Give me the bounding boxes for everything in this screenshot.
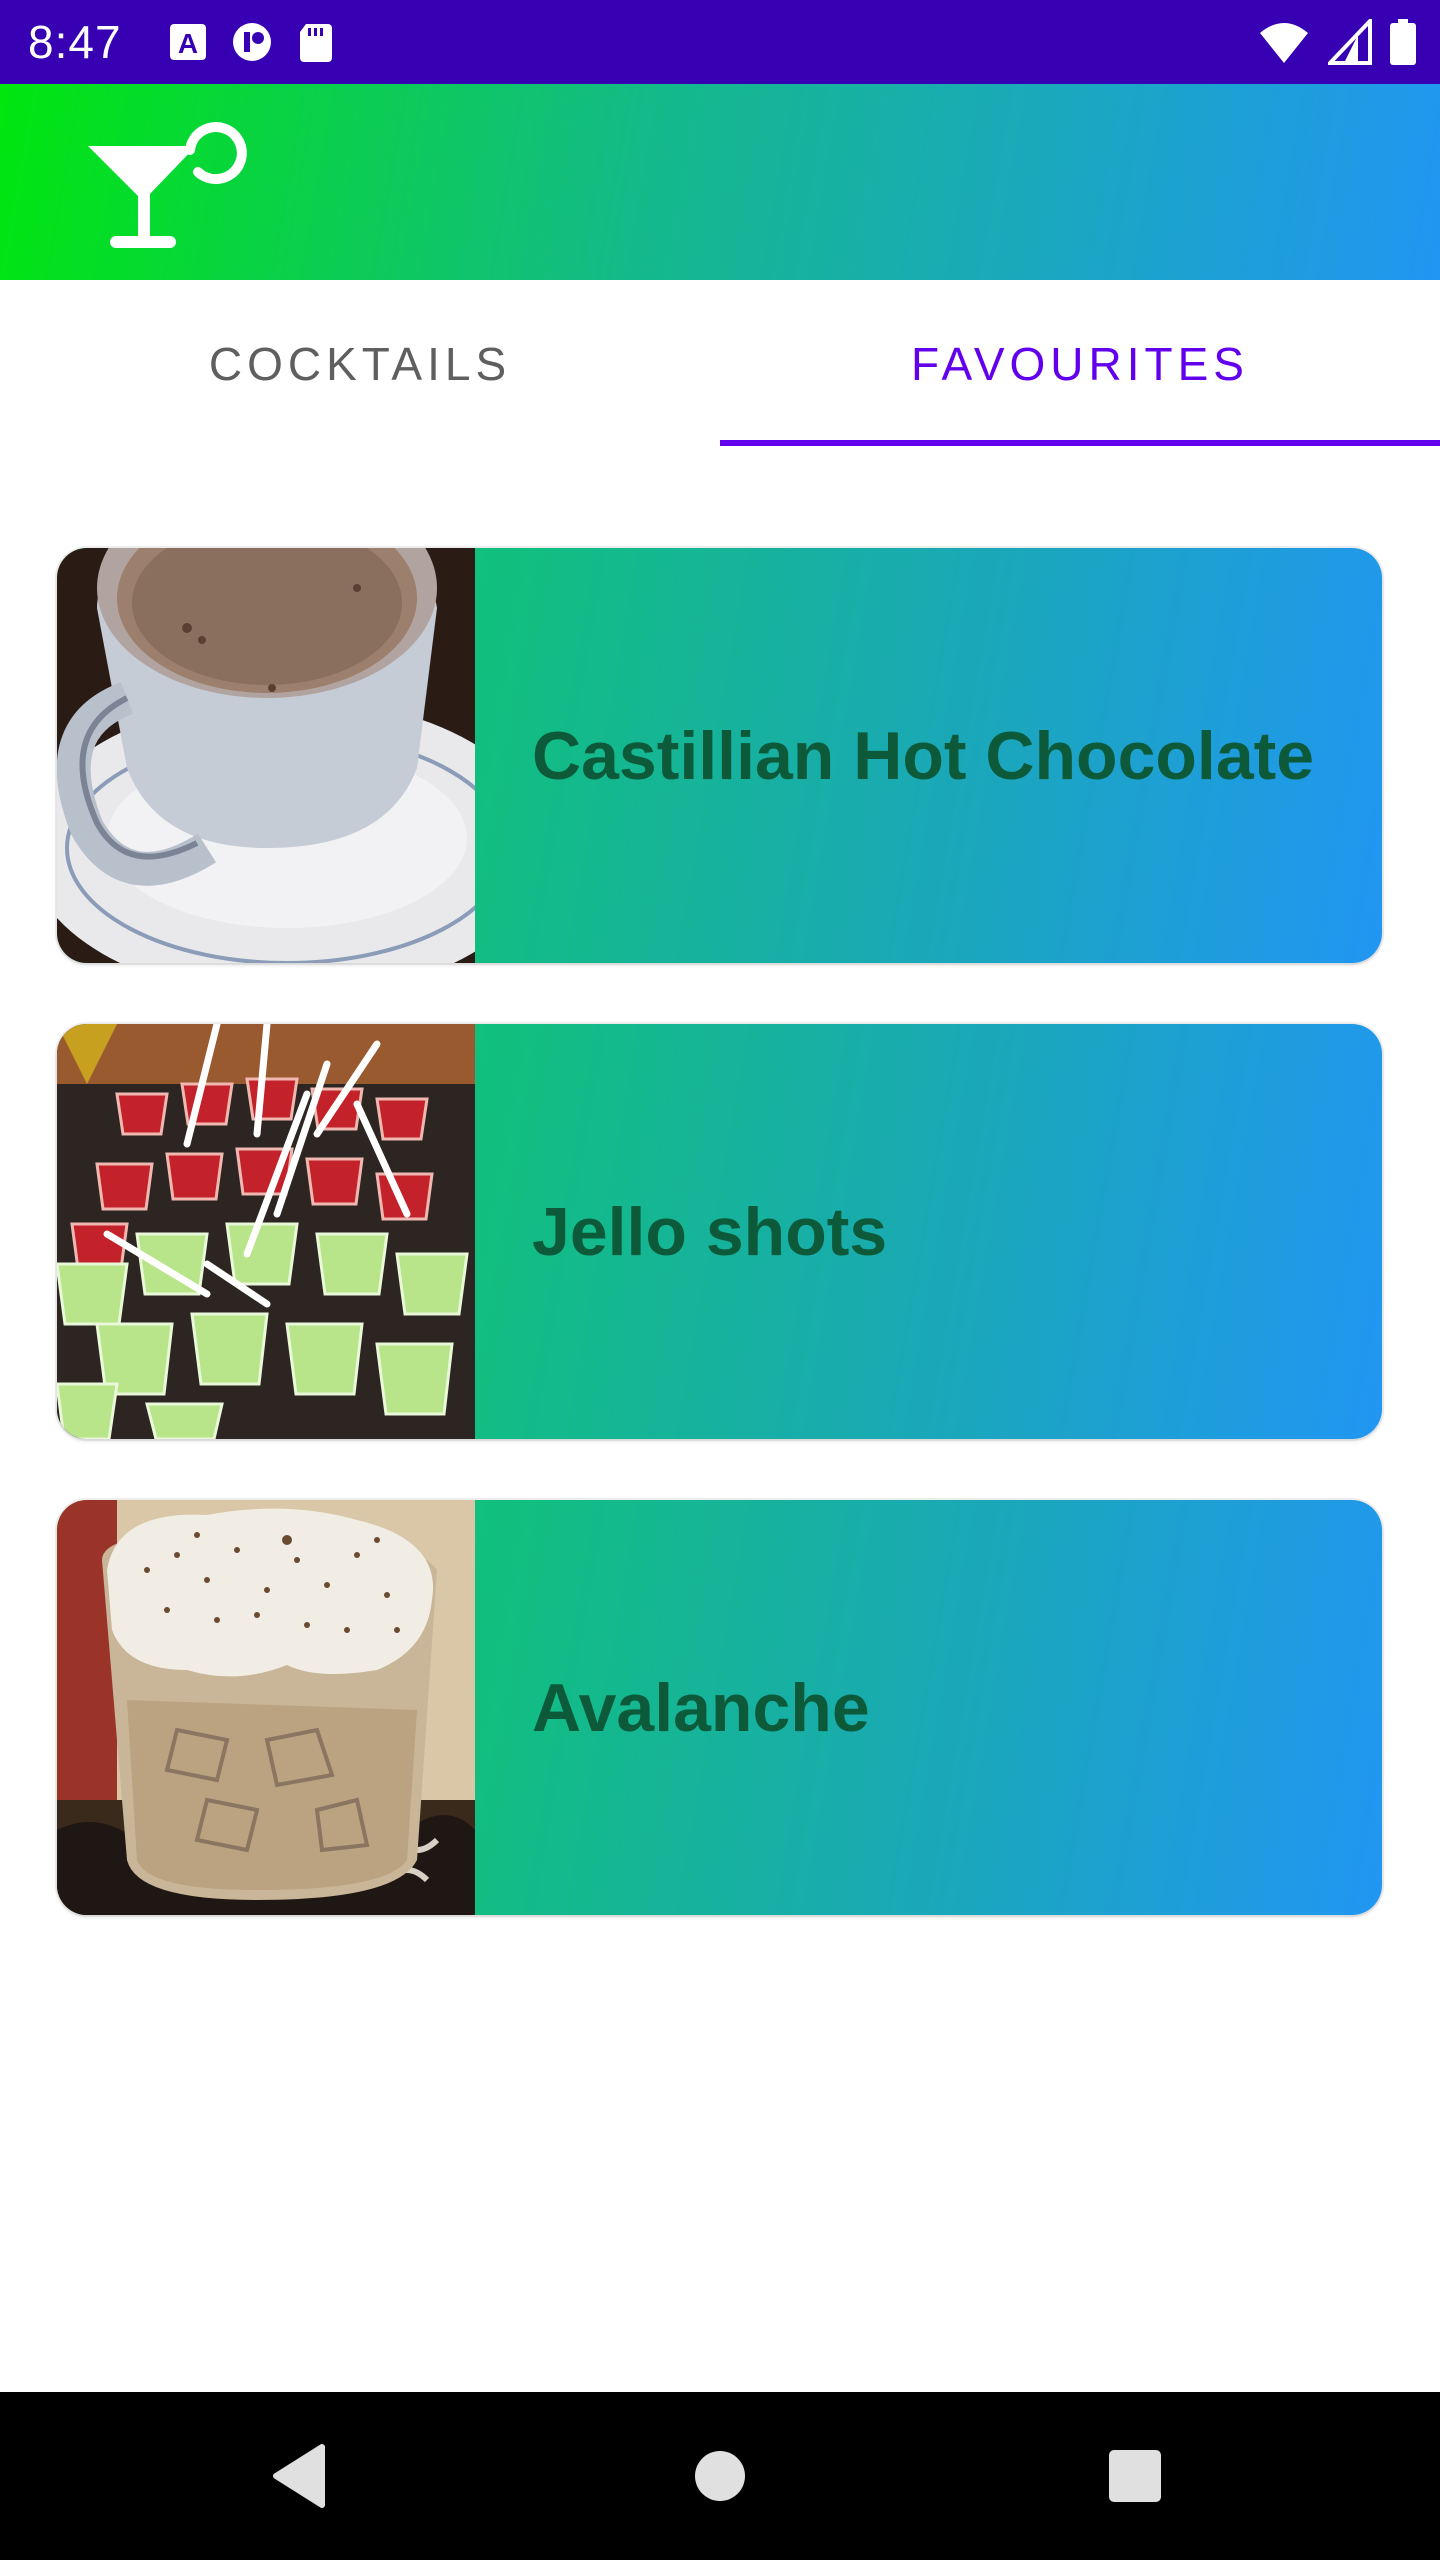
sd-card-icon <box>300 24 332 62</box>
tab-cocktails[interactable]: COCKTAILS <box>0 280 720 448</box>
favourite-card-title: Jello shots <box>532 1193 888 1270</box>
avalanche-photo <box>57 1500 475 1915</box>
wifi-icon <box>1260 23 1308 63</box>
app-bar <box>0 84 1440 280</box>
favourite-card[interactable]: Castillian Hot Chocolate <box>57 548 1382 963</box>
home-icon <box>695 2451 745 2501</box>
hot-chocolate-photo <box>57 548 475 963</box>
nav-back-button[interactable] <box>250 2426 350 2526</box>
a-text-icon: A <box>170 24 206 60</box>
status-notification-icons: A <box>166 18 338 66</box>
pause-badge-icon <box>233 23 271 61</box>
nav-recents-button[interactable] <box>1085 2426 1185 2526</box>
status-time: 8:47 <box>28 16 122 68</box>
recents-icon <box>1109 2450 1161 2502</box>
cell-signal-icon <box>1328 19 1372 65</box>
cocktail-glass-icon <box>88 122 247 248</box>
tab-selected-indicator <box>720 440 1440 446</box>
svg-text:A: A <box>178 28 198 59</box>
jello-shots-photo <box>57 1024 475 1439</box>
tab-favourites[interactable]: FAVOURITES <box>720 280 1440 448</box>
system-nav-bar <box>0 2392 1440 2560</box>
nav-home-button[interactable] <box>670 2426 770 2526</box>
battery-icon <box>1390 19 1416 65</box>
favourite-card[interactable]: Jello shots <box>57 1024 1382 1439</box>
favourite-card-title: Avalanche <box>532 1669 870 1746</box>
back-icon <box>273 2444 325 2508</box>
favourite-card-title: Castillian Hot Chocolate <box>532 717 1315 794</box>
status-system-icons <box>1258 18 1416 66</box>
tab-bar: COCKTAILS FAVOURITES <box>0 280 1440 448</box>
status-bar: 8:47 A <box>0 0 1440 84</box>
favourite-card[interactable]: Avalanche <box>57 1500 1382 1915</box>
